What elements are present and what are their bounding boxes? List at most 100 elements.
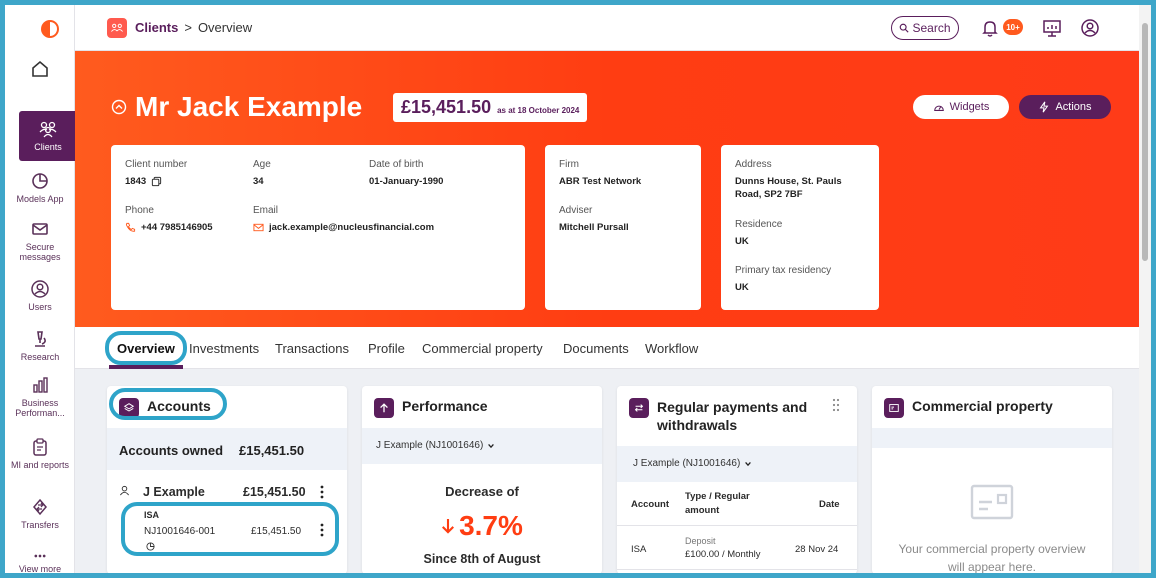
firm-field: Firm ABR Test Network bbox=[559, 159, 642, 187]
breadcrumb: Clients > Overview bbox=[135, 20, 252, 35]
commercial-property-header: Commercial property bbox=[884, 398, 1053, 418]
regular-table-header: Account Type / Regular amount Date bbox=[617, 482, 857, 526]
email-link[interactable]: jack.example@nucleusfinancial.com bbox=[269, 221, 434, 234]
phone-link[interactable]: +44 7985146905 bbox=[141, 221, 213, 234]
highlight-ring bbox=[105, 331, 187, 365]
table-row[interactable]: ISA Deposit £100.00 / Monthly 28 Nov 24 bbox=[617, 526, 857, 570]
sidebar-item-view-more[interactable]: View more bbox=[5, 551, 75, 573]
logo-icon bbox=[41, 20, 59, 38]
highlight-ring bbox=[109, 388, 227, 420]
row-account: ISA bbox=[631, 544, 647, 555]
collapse-icon[interactable] bbox=[111, 99, 127, 115]
tab-profile[interactable]: Profile bbox=[368, 341, 405, 356]
tab-commercial-property[interactable]: Commercial property bbox=[422, 341, 543, 356]
phone-field: Phone +44 7985146905 bbox=[125, 205, 213, 234]
sidebar-item-label: Models App bbox=[16, 194, 64, 204]
top-bar: Clients > Overview Search 10+ bbox=[75, 5, 1151, 51]
performance-since: Since 8th of August bbox=[423, 552, 541, 566]
address-value: Dunns House, St. Pauls Road, SP2 7BF bbox=[735, 176, 842, 200]
client-number-value: 1843 bbox=[125, 176, 147, 187]
presentation-icon[interactable] bbox=[1041, 17, 1063, 39]
sidebar: Clients Models App Secure messages Users… bbox=[5, 5, 77, 573]
clients-icon bbox=[107, 18, 127, 38]
gauge-icon bbox=[933, 105, 944, 111]
chevron-down-icon bbox=[745, 461, 752, 466]
adviser-value: Mitchell Pursall bbox=[559, 222, 629, 233]
sidebar-item-label: Research bbox=[20, 352, 60, 362]
row-type: Deposit bbox=[685, 536, 716, 546]
clients-icon bbox=[39, 121, 57, 138]
account-icon[interactable] bbox=[1079, 17, 1101, 39]
sidebar-item-models-app[interactable]: Models App bbox=[5, 171, 75, 204]
performance-caption: Decrease of bbox=[445, 484, 519, 499]
copy-icon[interactable] bbox=[151, 176, 162, 187]
address-field: Address Dunns House, St. Pauls Road, SP2… bbox=[735, 159, 867, 201]
tab-bar: Overview Investments Transactions Profil… bbox=[75, 327, 1139, 369]
dob-value: 01-January-1990 bbox=[369, 176, 444, 187]
sidebar-item-mi-reports[interactable]: MI and reports bbox=[5, 437, 75, 470]
sidebar-item-label: Secure messages bbox=[19, 242, 61, 262]
arrow-up-icon bbox=[374, 398, 394, 418]
more-icon bbox=[34, 554, 46, 558]
client-value: £15,451.50 bbox=[401, 97, 492, 117]
tab-transactions[interactable]: Transactions bbox=[275, 341, 349, 356]
sidebar-item-transfers[interactable]: Transfers bbox=[5, 497, 75, 530]
client-value-badge: £15,451.50 as at 18 October 2024 bbox=[393, 93, 588, 122]
app-window: Clients Models App Secure messages Users… bbox=[5, 5, 1151, 573]
regular-selector[interactable]: J Example (NJ1001646) bbox=[633, 458, 752, 469]
performance-card: Performance J Example (NJ1001646) Decrea… bbox=[362, 386, 602, 573]
dob-field: Date of birth 01-January-1990 bbox=[369, 159, 444, 187]
firm-card: Firm ABR Test Network Adviser Mitchell P… bbox=[545, 145, 701, 310]
sidebar-item-secure-messages[interactable]: Secure messages bbox=[5, 219, 75, 262]
performance-selector[interactable]: J Example (NJ1001646) bbox=[376, 440, 495, 451]
bell-icon[interactable] bbox=[979, 17, 1001, 39]
breadcrumb-clients-link[interactable]: Clients bbox=[135, 20, 178, 35]
tab-investments[interactable]: Investments bbox=[189, 341, 259, 356]
highlight-ring bbox=[121, 502, 339, 556]
search-button[interactable]: Search bbox=[891, 16, 959, 40]
search-label: Search bbox=[912, 21, 951, 35]
row-amount: £100.00 / Monthly bbox=[685, 549, 761, 560]
page-scrollbar[interactable] bbox=[1139, 5, 1151, 573]
sidebar-item-home[interactable] bbox=[5, 59, 75, 82]
column-header-account: Account bbox=[631, 499, 669, 510]
accounts-card: Accounts Accounts owned £15,451.50 J Exa… bbox=[107, 386, 347, 573]
email-field: Email jack.example@nucleusfinancial.com bbox=[253, 205, 435, 234]
performance-header: Performance bbox=[374, 398, 488, 418]
search-icon bbox=[900, 23, 910, 33]
envelope-icon bbox=[32, 223, 48, 235]
sidebar-item-label: MI and reports bbox=[10, 460, 70, 470]
actions-label: Actions bbox=[1055, 101, 1092, 113]
sidebar-item-business-performance[interactable]: Business Performan... bbox=[5, 375, 75, 418]
document-placeholder-icon bbox=[970, 484, 1014, 520]
commercial-band bbox=[872, 428, 1112, 448]
tab-documents[interactable]: Documents bbox=[563, 341, 629, 356]
accounts-owned-band: Accounts owned £15,451.50 bbox=[107, 428, 347, 470]
arrow-down-icon bbox=[442, 519, 455, 534]
notification-badge: 10+ bbox=[1003, 19, 1023, 35]
commercial-property-card: Commercial property Your commercial prop… bbox=[872, 386, 1112, 573]
sidebar-item-label: Transfers bbox=[21, 520, 59, 530]
residence-field: Residence UK bbox=[735, 219, 783, 247]
phone-icon bbox=[125, 222, 136, 232]
scrollbar-thumb[interactable] bbox=[1142, 23, 1148, 261]
active-tab-indicator bbox=[109, 365, 183, 369]
sidebar-item-clients[interactable]: Clients bbox=[19, 111, 77, 161]
accounts-owned-value: £15,451.50 bbox=[239, 443, 305, 458]
sidebar-item-users[interactable]: Users bbox=[5, 279, 75, 312]
tab-workflow[interactable]: Workflow bbox=[645, 341, 698, 356]
client-number-field: Client number 1843 bbox=[125, 159, 188, 187]
id-card-icon bbox=[884, 398, 904, 418]
more-vertical-icon[interactable] bbox=[319, 485, 325, 499]
regular-selector-band: J Example (NJ1001646) bbox=[617, 446, 857, 482]
drag-handle-icon[interactable] bbox=[831, 398, 841, 412]
sidebar-item-label: View more bbox=[18, 564, 62, 573]
sidebar-item-label: Clients bbox=[34, 142, 62, 152]
widgets-button[interactable]: Widgets bbox=[913, 95, 1009, 119]
actions-button[interactable]: Actions bbox=[1019, 95, 1111, 119]
adviser-field: Adviser Mitchell Pursall bbox=[559, 205, 629, 233]
sidebar-item-research[interactable]: Research bbox=[5, 329, 75, 362]
tax-residency-field: Primary tax residency UK bbox=[735, 265, 832, 293]
column-header-date: Date bbox=[819, 499, 840, 510]
account-holder-name[interactable]: J Example bbox=[143, 485, 205, 499]
